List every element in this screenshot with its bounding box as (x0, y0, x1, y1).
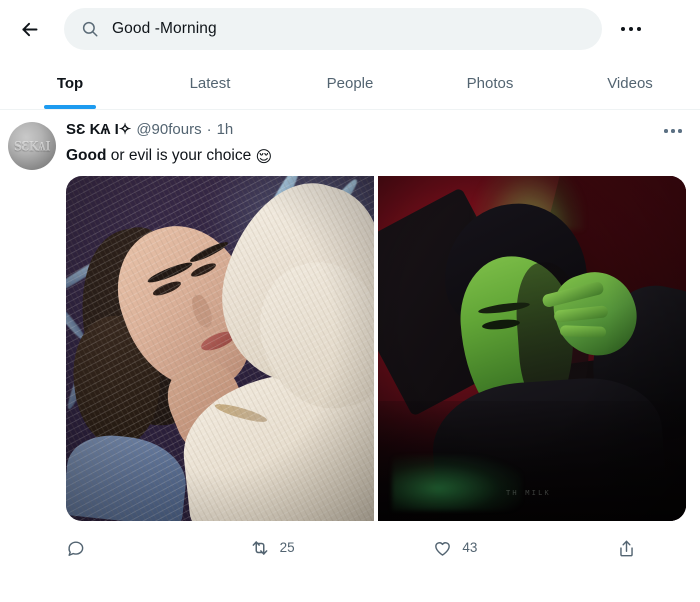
tweet-photo-right[interactable]: TH MILK (378, 176, 686, 521)
heart-icon (433, 539, 452, 558)
twitter-search-screen: Good -Morning Top Latest People Photos V… (0, 0, 700, 602)
tweet-media-grid: TH MILK (66, 176, 686, 521)
avatar-initials: SƐKѦI (13, 138, 51, 154)
more-horizontal-icon (621, 26, 641, 32)
tweet-body: SƐ KѦ I✧ @90fours · 1h Good or evil is y… (66, 120, 686, 571)
back-button[interactable] (10, 10, 48, 48)
retweet-count: 25 (279, 540, 295, 556)
tab-people[interactable]: People (280, 58, 420, 109)
search-tabs: Top Latest People Photos Videos (0, 58, 700, 110)
share-button[interactable] (617, 539, 646, 558)
photo-subject-finger (559, 325, 607, 338)
search-icon (80, 20, 99, 39)
tab-top-label: Top (56, 75, 84, 92)
tweet-display-name[interactable]: SƐ KѦ I✧ (66, 120, 131, 140)
reply-button[interactable] (66, 539, 250, 558)
photo-green-light (392, 455, 522, 511)
tweet-handle[interactable]: @90fours (136, 120, 201, 140)
search-input[interactable]: Good -Morning (64, 8, 602, 50)
back-arrow-icon (19, 19, 40, 40)
tab-latest[interactable]: Latest (140, 58, 280, 109)
tweet-separator: · (206, 121, 212, 138)
like-count: 43 (462, 540, 478, 556)
tab-videos[interactable]: Videos (560, 58, 700, 109)
tweet-photo-left[interactable] (66, 176, 374, 521)
share-icon (617, 539, 636, 558)
like-button[interactable]: 43 (433, 539, 617, 558)
photo-denim (66, 430, 191, 521)
tab-photos[interactable]: Photos (420, 58, 560, 109)
top-bar: Good -Morning (0, 0, 700, 58)
more-horizontal-icon (664, 129, 682, 133)
tab-active-indicator (44, 105, 96, 109)
tab-videos-label: Videos (607, 75, 653, 92)
tweet-header: SƐ KѦ I✧ @90fours · 1h (66, 120, 686, 141)
tab-photos-label: Photos (466, 75, 514, 92)
tweet-action-bar: 25 43 (66, 525, 686, 571)
tweet-timestamp[interactable]: 1h (217, 120, 234, 140)
tab-top[interactable]: Top (0, 58, 140, 109)
photo-caption: TH MILK (506, 489, 551, 497)
tweet-more-button[interactable] (658, 118, 688, 144)
avatar[interactable]: SƐKѦI (8, 122, 56, 170)
retweet-button[interactable]: 25 (250, 538, 434, 558)
relieved-face-emoji: 😌 (255, 147, 273, 166)
tweet-text: Good or evil is your choice 😌 (66, 146, 686, 167)
tweet[interactable]: SƐKѦI SƐ KѦ I✧ @90fours · 1h Good or evi… (0, 110, 700, 571)
tweet-text-rest: or evil is your choice (106, 147, 256, 164)
search-input-value: Good -Morning (112, 20, 217, 37)
tab-latest-label: Latest (189, 75, 231, 92)
tweet-text-highlight: Good (66, 147, 107, 164)
retweet-icon (250, 538, 270, 558)
top-bar-more-button[interactable] (614, 12, 648, 46)
reply-icon (66, 539, 85, 558)
tab-people-label: People (326, 75, 374, 92)
